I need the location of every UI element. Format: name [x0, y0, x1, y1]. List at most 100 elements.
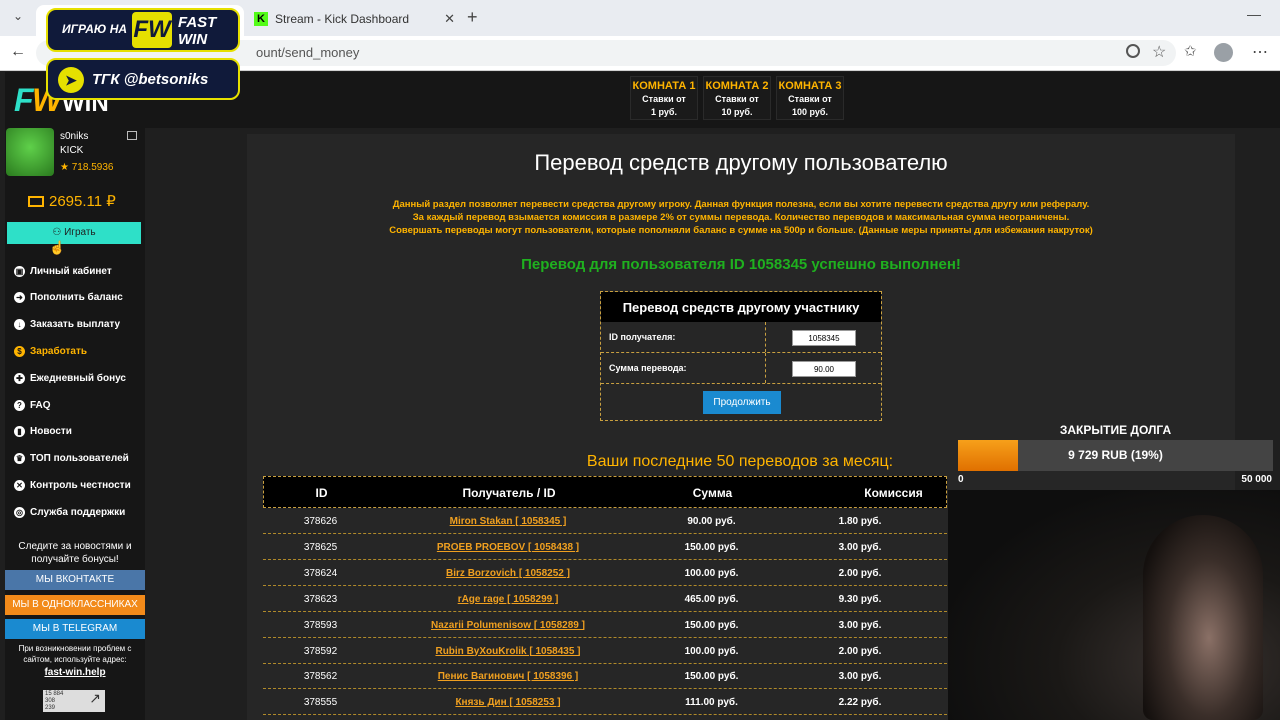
- sidebar-item-2[interactable]: ➜ Пополнить баланс: [14, 288, 123, 308]
- recipient-link[interactable]: Rubin ByXouKrolik [ 1058435 ]: [378, 646, 638, 657]
- counter-line: 15 884: [45, 691, 64, 697]
- recipient-link[interactable]: Nazarii Polumenisow [ 1058289 ]: [378, 620, 638, 631]
- sidebar-item-4[interactable]: $ Заработать: [14, 341, 87, 361]
- sidebar-item-5[interactable]: ✚ Ежедневный бонус: [14, 368, 126, 388]
- streamer-silhouette: [1143, 515, 1263, 720]
- minimize-button[interactable]: —: [1247, 6, 1261, 22]
- tab-list-icon[interactable]: ⌄: [8, 9, 28, 27]
- recipient-link[interactable]: Miron Stakan [ 1058345 ]: [378, 516, 638, 527]
- id-cell: 378623: [303, 593, 338, 605]
- history-table-header: ID Получатель / ID Сумма Комиссия: [263, 476, 947, 508]
- username: s0niks: [60, 131, 89, 142]
- follow-line-2: получайте бонусы!: [31, 554, 119, 565]
- favorite-star-icon[interactable]: ☆: [1152, 42, 1166, 62]
- sidebar-item-label: ТОП пользователей: [30, 453, 129, 465]
- commission-cell: 2.22 руб.: [838, 697, 882, 709]
- sidebar-item-9[interactable]: ✕ Контроль честности: [14, 475, 131, 495]
- sidebar-item-1[interactable]: ▣ Личный кабинет: [14, 261, 112, 281]
- tab-title: Stream - Kick Dashboard: [275, 12, 410, 26]
- sidebar-item-3[interactable]: ↓ Заказать выплату: [14, 315, 120, 335]
- recipient-link[interactable]: Князь Дин [ 1058253 ]: [378, 697, 638, 708]
- ok-button[interactable]: МЫ В ОДНОКЛАССНИКАХ: [5, 595, 145, 615]
- recipient-id-input[interactable]: [792, 330, 856, 346]
- room-3-button[interactable]: КОМНАТА 3 Ставки от 100 руб.: [776, 76, 844, 120]
- browser-tab[interactable]: K Stream - Kick Dashboard ✕: [248, 6, 463, 32]
- amount-cell: 100.00 руб.: [684, 645, 739, 657]
- recipient-link[interactable]: PROEB PROEBOV [ 1058438 ]: [378, 542, 638, 553]
- user-rating: ★ 718.5936: [60, 162, 114, 173]
- room-1-button[interactable]: КОМНАТА 1 Ставки от 1 руб.: [630, 76, 698, 120]
- follow-text: Следите за новостями и получайте бонусы!: [5, 540, 145, 566]
- webcam-feed: [948, 490, 1280, 720]
- page-title: Перевод средств другому пользователю: [534, 150, 948, 175]
- profile-avatar-icon[interactable]: [1214, 43, 1233, 62]
- more-menu-icon[interactable]: ⋯: [1252, 42, 1268, 62]
- follow-line-1: Следите за новостями и: [18, 541, 132, 552]
- play-button[interactable]: ⚇ Играть: [7, 222, 141, 244]
- room-sub: 100 руб.: [792, 107, 828, 117]
- close-icon[interactable]: ✕: [444, 11, 455, 27]
- amount-cell: 150.00 руб.: [684, 541, 739, 553]
- id-cell: 378625: [303, 541, 338, 553]
- avatar[interactable]: [6, 128, 54, 176]
- table-row: 378626 Miron Stakan [ 1058345 ] 90.00 руб.…: [263, 508, 947, 534]
- play-label: Играть: [64, 227, 96, 238]
- commission-cell: 2.00 руб.: [838, 645, 882, 657]
- back-icon[interactable]: ←: [10, 43, 26, 61]
- new-tab-button[interactable]: +: [467, 7, 478, 28]
- commission-cell: 3.00 руб.: [838, 541, 882, 553]
- fw-logo-icon: FW: [132, 12, 172, 48]
- id-cell: 378592: [303, 645, 338, 657]
- problem-line-2: сайтом, используйте адрес:: [23, 655, 127, 664]
- sidebar-item-label: Контроль честности: [30, 479, 131, 491]
- stream-overlay-brand: ИГРАЮ НА FW FAST WIN: [46, 8, 240, 52]
- url-text: ount/send_money: [256, 45, 360, 60]
- gamepad-icon: ⚇: [52, 227, 65, 238]
- recipient-link[interactable]: Birz Borzovich [ 1058252 ]: [378, 568, 638, 579]
- notice-line: Данный раздел позволяет перевести средст…: [392, 199, 1090, 210]
- arrow-icon: ↗: [89, 690, 101, 706]
- room-sub: Ставки от: [788, 94, 832, 104]
- telegram-button[interactable]: МЫ В TELEGRAM: [5, 619, 145, 639]
- lifebuoy-icon: ◎: [14, 506, 25, 518]
- sidebar-item-8[interactable]: ♛ ТОП пользователей: [14, 449, 129, 469]
- table-row: 378623 rAge rage [ 1058299 ] 465.00 руб. 9.…: [263, 586, 947, 612]
- table-row: 378562 Пенис Вагинович [ 1058396 ] 150.00 …: [263, 663, 947, 690]
- sidebar-item-label: Личный кабинет: [30, 265, 112, 277]
- recipient-link[interactable]: rAge rage [ 1058299 ]: [378, 594, 638, 605]
- room-sub: 10 руб.: [721, 107, 753, 117]
- sidebar-item-7[interactable]: ▮ Новости: [14, 422, 72, 442]
- vk-button[interactable]: МЫ ВКОНТАКТЕ: [5, 570, 145, 590]
- table-row: 378593 Nazarii Polumenisow [ 1058289 ] 150…: [263, 612, 947, 638]
- amount-input[interactable]: [792, 361, 856, 377]
- sidebar-item-label: Заработать: [30, 345, 88, 357]
- history-title: Ваши последние 50 переводов за месяц:: [586, 453, 894, 470]
- logout-icon[interactable]: [127, 131, 137, 140]
- submit-button[interactable]: Продолжить: [703, 391, 781, 414]
- recipient-link[interactable]: Пенис Вагинович [ 1058396 ]: [378, 671, 638, 682]
- favorites-icon[interactable]: ✩: [1184, 42, 1197, 60]
- room-sub: Ставки от: [715, 94, 759, 104]
- debt-progress-bar: 9 729 RUB (19%): [958, 440, 1273, 471]
- transfer-form: Перевод средств другому участнику ID пол…: [600, 291, 882, 421]
- plus-circle-icon: ➜: [14, 292, 25, 304]
- table-row: 378555 Князь Дин [ 1058253 ] 111.00 руб. 2.…: [263, 689, 947, 716]
- sidebar-item-6[interactable]: ? FAQ: [14, 395, 51, 415]
- amount-cell: 150.00 руб.: [684, 619, 739, 631]
- zoom-icon[interactable]: [1126, 44, 1140, 58]
- stream-overlay-telegram: ➤ ТГК @betsoniks: [46, 58, 240, 100]
- counter-line: 239: [45, 705, 56, 711]
- table-row: 378592 Rubin ByXouKrolik [ 1058435 ] 100.0…: [263, 638, 947, 664]
- id-cell: 378562: [303, 671, 338, 683]
- question-icon: ?: [14, 399, 25, 411]
- sidebar-item-label: Новости: [30, 426, 72, 438]
- notice-line: За каждый перевод взымается комиссия в р…: [412, 212, 1070, 223]
- room-2-button[interactable]: КОМНАТА 2 Ставки от 10 руб.: [703, 76, 771, 120]
- kick-favicon-icon: K: [254, 12, 268, 26]
- alt-site-link[interactable]: fast-win.help: [5, 667, 145, 678]
- sidebar-item-10[interactable]: ◎ Служба поддержки: [14, 502, 125, 522]
- recipient-label: ID получателя:: [601, 322, 766, 352]
- debt-max: 50 000: [1241, 474, 1272, 485]
- room-title: КОМНАТА 2: [705, 80, 769, 92]
- amount-cell: 90.00 руб.: [687, 516, 736, 527]
